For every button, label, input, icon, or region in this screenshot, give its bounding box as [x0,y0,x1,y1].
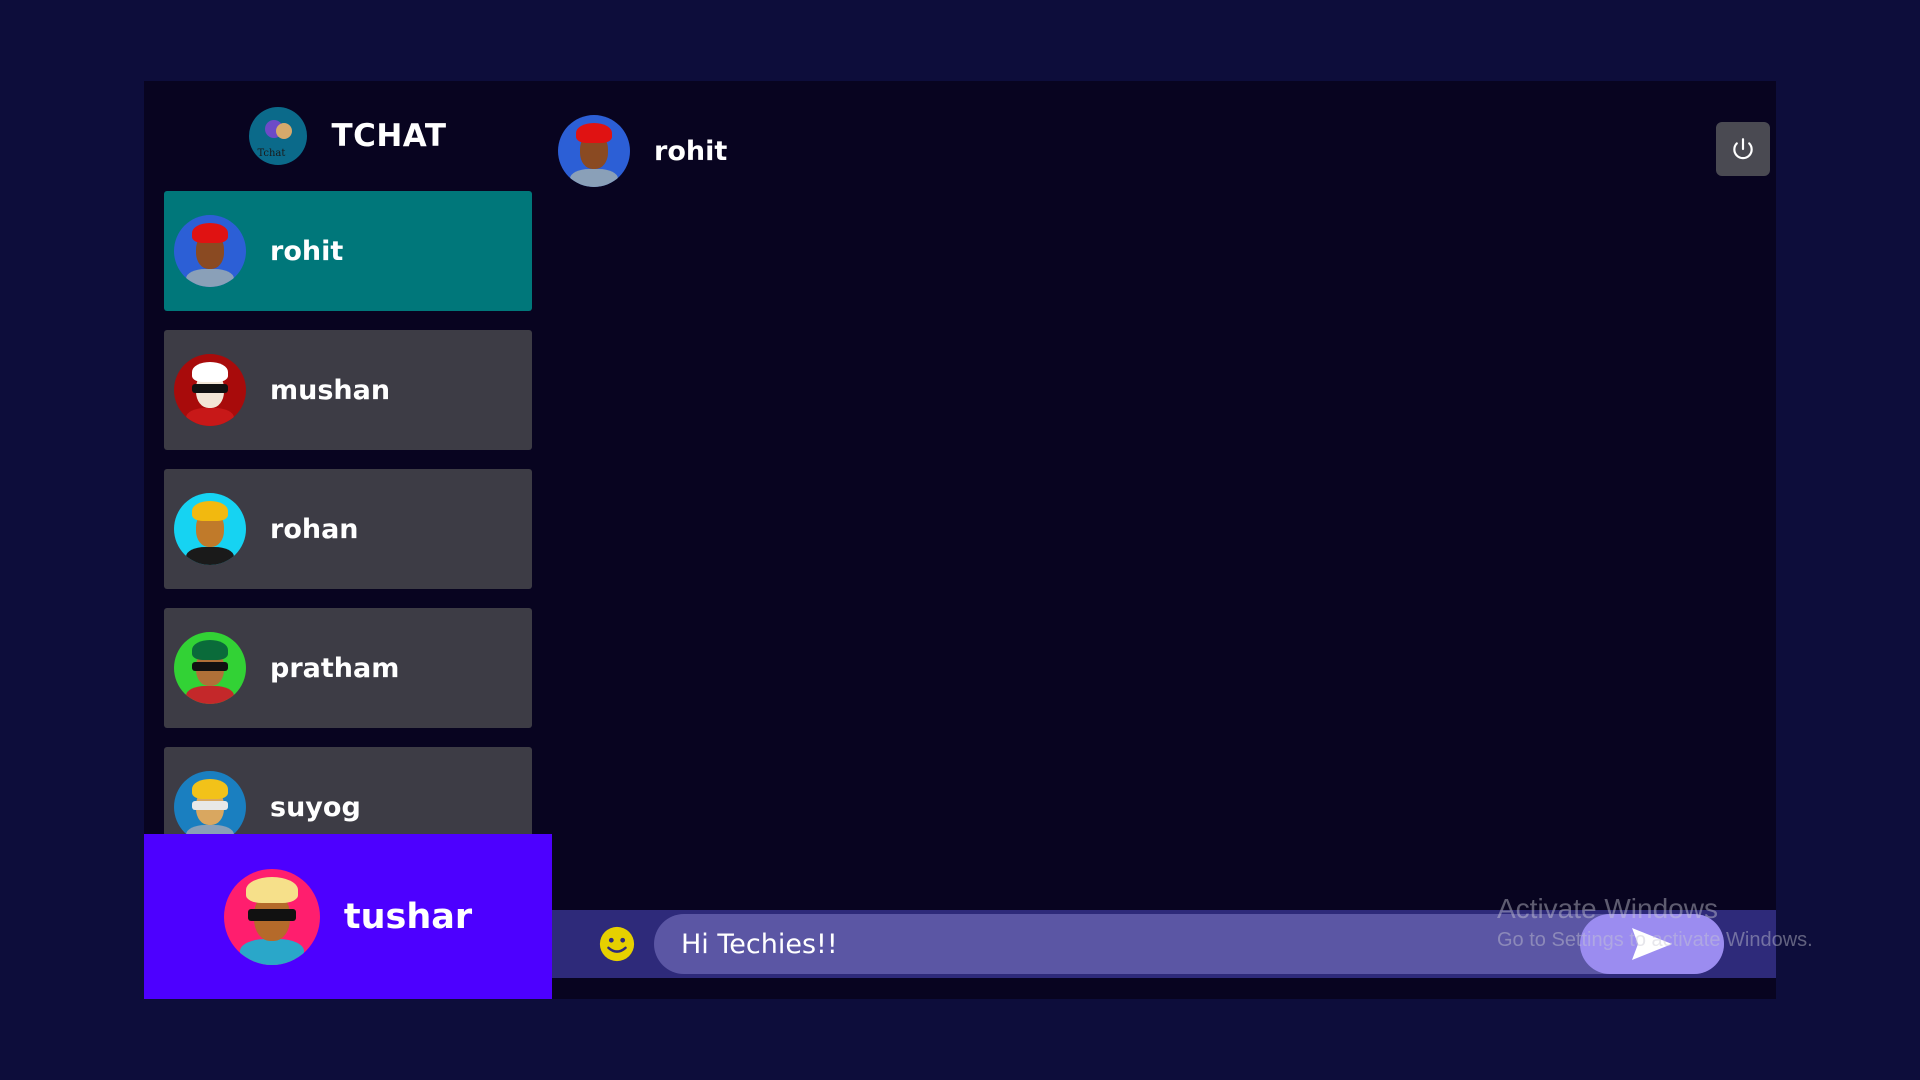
contact-item-mushan[interactable]: mushan [164,330,532,450]
send-button[interactable] [1580,914,1724,974]
smile-icon[interactable] [598,925,636,963]
contact-name: mushan [270,374,391,406]
avatar [174,632,246,704]
chat-app: Tchat TCHAT rohit mushan rohan pratham s… [144,81,1776,999]
chat-panel: rohit [552,81,1776,999]
power-icon [1733,138,1753,160]
brand-logo-text: Tchat [257,148,286,159]
avatar [174,215,246,287]
chat-title: rohit [654,135,728,167]
contact-name: pratham [270,652,400,684]
avatar [558,115,630,187]
avatar [174,771,246,843]
current-user-name: tushar [343,896,473,937]
contact-item-rohit[interactable]: rohit [164,191,532,311]
avatar [223,868,320,965]
chat-header: rohit [552,81,1776,221]
current-user-panel: tushar [144,834,552,999]
logout-button[interactable] [1716,122,1770,176]
brand-name: TCHAT [331,118,447,154]
contact-name: rohit [270,235,344,267]
message-composer [552,910,1776,978]
contact-item-pratham[interactable]: pratham [164,608,532,728]
contact-name: rohan [270,513,359,545]
message-input[interactable] [679,927,1483,961]
avatar [174,354,246,426]
message-input-container [654,914,1724,974]
contact-list: rohit mushan rohan pratham suyog [164,191,532,867]
avatar [174,493,246,565]
send-icon [1632,928,1672,960]
brand-logo: Tchat [249,107,308,165]
sidebar: Tchat TCHAT rohit mushan rohan pratham s… [144,81,552,999]
contact-name: suyog [270,791,361,823]
brand-header: Tchat TCHAT [144,81,552,191]
contact-item-rohan[interactable]: rohan [164,469,532,589]
